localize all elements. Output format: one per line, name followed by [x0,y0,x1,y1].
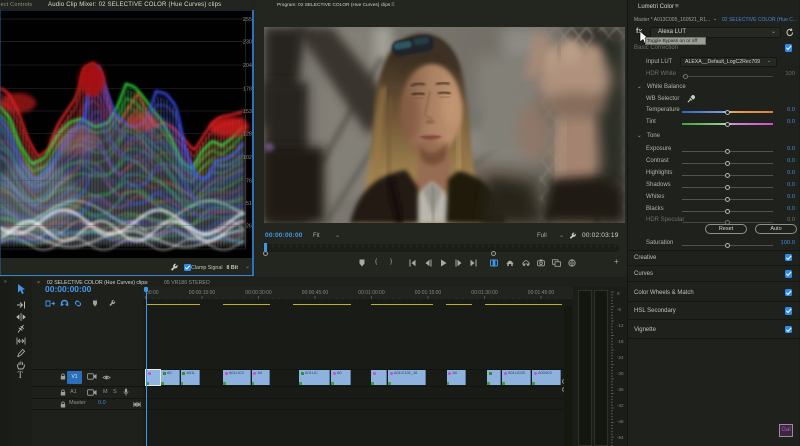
svg-text:204: 204 [243,63,252,69]
svg-text:128: 128 [243,132,252,138]
svg-text:102: 102 [243,155,252,161]
svg-text:230: 230 [243,40,252,46]
svg-text:153: 153 [243,109,252,115]
svg-text:178: 178 [243,87,252,93]
svg-text:255: 255 [243,17,252,23]
